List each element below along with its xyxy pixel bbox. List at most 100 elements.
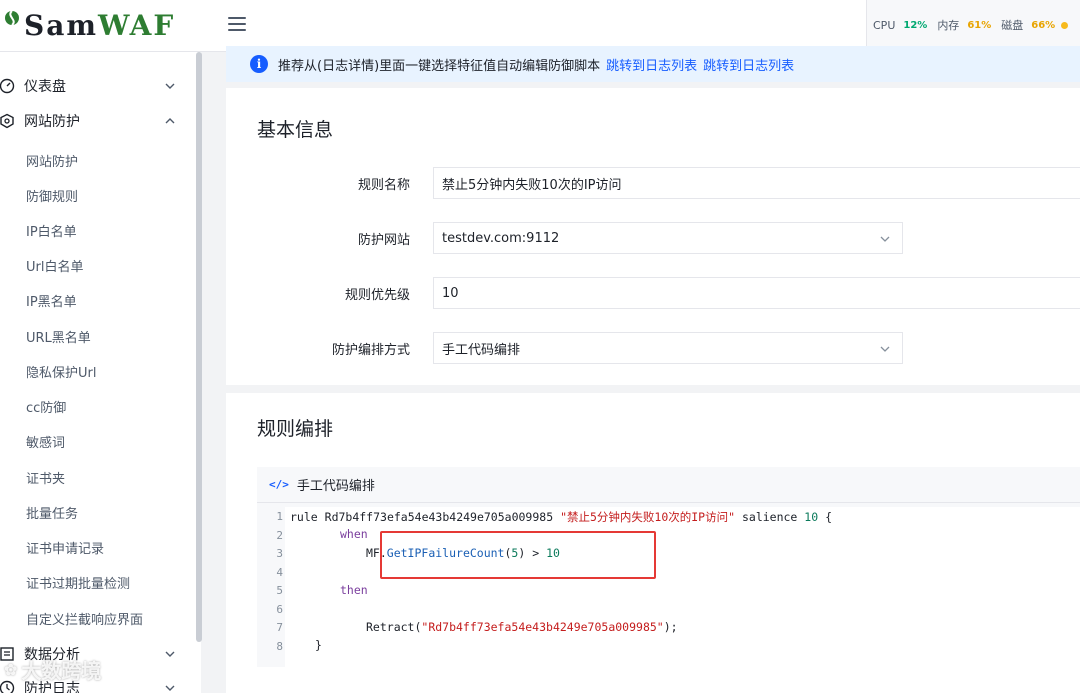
menu-toggle-icon[interactable] (228, 17, 246, 31)
sidebar-item-site-protection[interactable]: 网站防护 (26, 145, 186, 175)
code-token: > (525, 546, 547, 560)
top-header: SamWAF CPU 12% 内存 61% 磁盘 66% (0, 0, 1080, 52)
line-number: 1 (276, 510, 283, 523)
line-number: 5 (276, 584, 283, 597)
code-line-3: MF.GetIPFailureCount(5) > 10 (366, 546, 560, 560)
watermark-logo-icon: ✿ (4, 660, 18, 679)
info-icon: i (250, 55, 268, 73)
sidebar-item-cert-expiry-check[interactable]: 证书过期批量检测 (26, 567, 186, 597)
sidebar-item-ip-whitelist[interactable]: IP白名单 (26, 215, 186, 245)
leaf-logo-icon (5, 10, 19, 26)
code-editor-header: </> 手工代码编排 (257, 467, 1080, 503)
code-token: MF. (366, 546, 387, 560)
orchestration-mode-row: 防护编排方式 手工代码编排 (226, 332, 1080, 364)
chevron-down-icon (165, 651, 175, 657)
sidebar-item-sensitive-words[interactable]: 敏感词 (26, 426, 186, 456)
protected-site-select[interactable]: testdev.com:9112 (433, 222, 903, 254)
rule-name-input[interactable]: 禁止5分钟内失败10次的IP访问 (433, 167, 1080, 199)
disk-label: 磁盘 (1001, 19, 1024, 32)
orchestration-mode-value: 手工代码编排 (442, 342, 521, 358)
logo-text-waf: WAF (98, 8, 176, 42)
code-token: "禁止5分钟内失败10次的IP访问" (560, 510, 736, 524)
code-line-7: Retract("Rd7b4ff73efa54e43b4249e705a0099… (366, 620, 678, 634)
sidebar-item-ip-blacklist[interactable]: IP黑名单 (26, 285, 186, 315)
watermark: ✿ 大数跨境 (4, 655, 101, 684)
code-line-1: rule Rd7b4ff73efa54e43b4249e705a009985 "… (290, 509, 832, 525)
disk-value: 66% (1031, 19, 1056, 31)
basic-info-card: 基本信息 规则名称 禁止5分钟内失败10次的IP访问 防护网站 testdev.… (226, 88, 1080, 385)
memory-value: 61% (967, 19, 992, 31)
goto-log-list-link[interactable]: 跳转到日志列表 (606, 55, 697, 74)
sidebar-item-url-whitelist[interactable]: Url白名单 (26, 250, 186, 280)
rule-name-row: 规则名称 禁止5分钟内失败10次的IP访问 (226, 167, 1080, 199)
orchestration-mode-select[interactable]: 手工代码编排 (433, 332, 903, 364)
code-token: ); (663, 620, 678, 634)
code-icon: </> (269, 478, 289, 491)
rule-priority-row: 规则优先级 10 (226, 277, 1080, 309)
sidebar-group-site-protection[interactable]: 网站防护 (0, 103, 196, 139)
sidebar-item-custom-block-page[interactable]: 自定义拦截响应界面 (26, 603, 186, 633)
sidebar-item-defense-rules[interactable]: 防御规则 (26, 180, 186, 210)
code-line-5: then (340, 583, 368, 597)
line-number: 2 (276, 529, 283, 542)
chevron-down-icon (880, 236, 890, 242)
code-token: 10 (546, 546, 560, 560)
code-editor-title: 手工代码编排 (296, 479, 375, 494)
system-status: CPU 12% 内存 61% 磁盘 66% (866, 0, 1080, 50)
code-token: { (825, 510, 833, 524)
sidebar-group-label: 网站防护 (24, 114, 80, 130)
sidebar-item-url-blacklist[interactable]: URL黑名单 (26, 321, 186, 351)
rule-editor-card: 规则编排 </> 手工代码编排 1 2 3 4 5 6 7 8 rule Rd7… (226, 393, 1080, 693)
sidebar-scrollbar[interactable] (196, 52, 202, 642)
chevron-down-icon (165, 83, 175, 89)
line-number: 7 (276, 621, 283, 634)
code-token: GetIPFailureCount (386, 546, 505, 560)
sidebar-item-batch-tasks[interactable]: 批量任务 (26, 497, 186, 527)
code-token: "Rd7b4ff73efa54e43b4249e705a009985" (421, 620, 664, 634)
code-line-2: when (340, 527, 368, 541)
chevron-down-icon (880, 346, 890, 352)
cpu-label: CPU (873, 18, 896, 32)
logo-text-sam: Sam (24, 8, 98, 42)
code-token: Retract( (366, 620, 422, 634)
rule-name-label: 规则名称 (357, 178, 410, 193)
sidebar-item-privacy-url[interactable]: 隐私保护Url (26, 356, 186, 386)
sidebar: 仪表盘 网站防护 网站防护 防御规则 IP白名单 Url白名单 IP黑名单 UR… (0, 52, 201, 693)
rule-priority-label: 规则优先级 (344, 288, 410, 303)
protected-site-value: testdev.com:9112 (442, 230, 560, 246)
code-token: salience (741, 510, 798, 524)
protected-site-label: 防护网站 (357, 233, 410, 248)
chevron-down-icon (165, 685, 175, 691)
code-line-8: } (315, 638, 322, 652)
memory-label: 内存 (937, 19, 960, 32)
samwaf-logo[interactable]: SamWAF (0, 8, 175, 42)
code-editor: </> 手工代码编排 1 2 3 4 5 6 7 8 rule Rd7b4ff7… (257, 467, 1080, 682)
rule-priority-input[interactable]: 10 (433, 277, 1080, 309)
info-banner: i 推荐从(日志详情)里面一键选择特征值自动编辑防御脚本 跳转到日志列表 跳转到… (226, 46, 1080, 82)
sidebar-group-dashboard[interactable]: 仪表盘 (0, 68, 196, 104)
code-token: Rd7b4ff73efa54e43b4249e705a009985 (324, 510, 554, 524)
orchestration-mode-label: 防护编排方式 (331, 343, 410, 358)
shield-icon (0, 112, 16, 130)
line-number-gutter: 1 2 3 4 5 6 7 8 (257, 507, 285, 667)
watermark-text: 大数跨境 (21, 659, 102, 683)
line-number: 4 (276, 566, 283, 579)
line-number: 3 (276, 547, 283, 560)
sidebar-item-cc-defense[interactable]: cc防御 (26, 391, 186, 421)
protected-site-row: 防护网站 testdev.com:9112 (226, 222, 1080, 254)
sidebar-group-label: 仪表盘 (24, 79, 66, 95)
status-dot-icon (1061, 21, 1069, 29)
basic-info-title: 基本信息 (257, 119, 334, 141)
dashboard-icon (0, 77, 16, 95)
code-token: rule (290, 510, 318, 524)
line-number: 8 (276, 640, 283, 653)
goto-log-list-link-2[interactable]: 跳转到日志列表 (703, 55, 794, 74)
code-token: 10 (804, 510, 819, 524)
rule-editor-title: 规则编排 (257, 418, 334, 440)
chevron-up-icon (165, 118, 175, 124)
cpu-value: 12% (903, 19, 928, 31)
code-editor-body[interactable]: 1 2 3 4 5 6 7 8 rule Rd7b4ff73efa54e43b4… (257, 507, 1080, 682)
sidebar-item-cert-folder[interactable]: 证书夹 (26, 462, 186, 492)
banner-text: 推荐从(日志详情)里面一键选择特征值自动编辑防御脚本 (278, 58, 601, 74)
sidebar-item-cert-apply-records[interactable]: 证书申请记录 (26, 532, 186, 562)
